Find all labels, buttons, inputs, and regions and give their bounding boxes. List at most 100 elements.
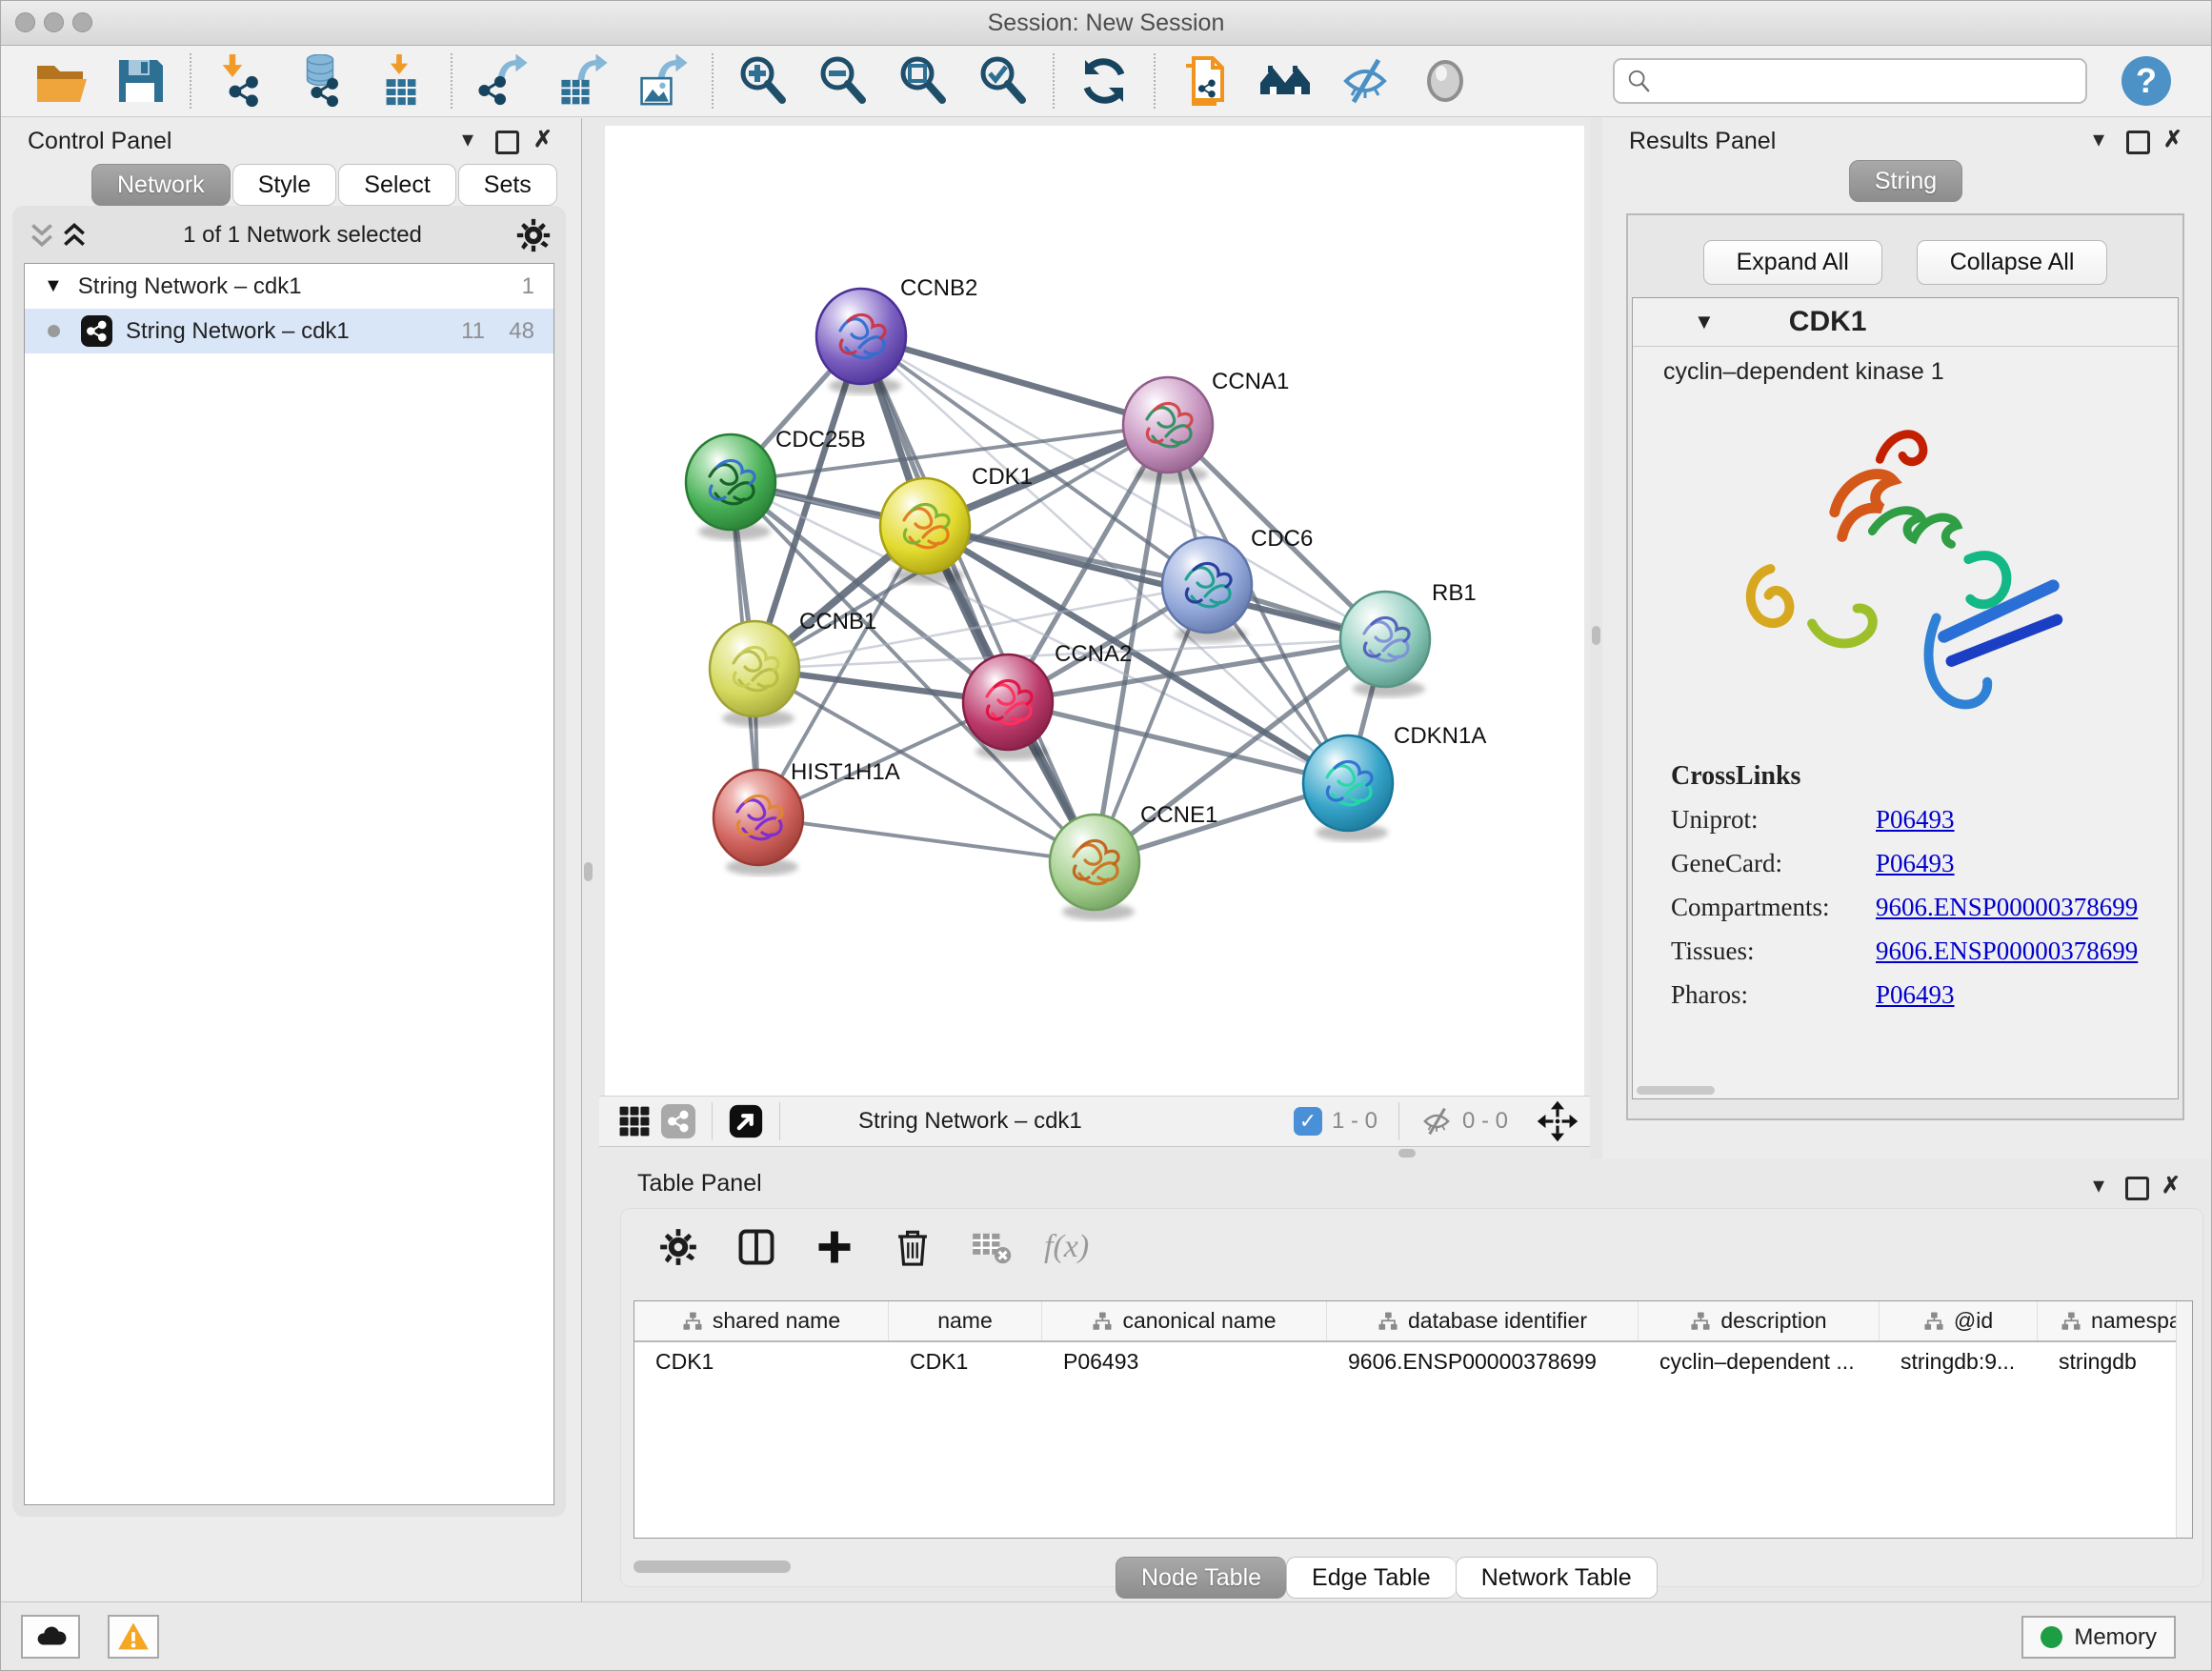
splitter-handle[interactable]	[1592, 626, 1600, 645]
import-table-file-button[interactable]	[361, 50, 441, 111]
table-cell[interactable]: cyclin–dependent ...	[1639, 1342, 1880, 1380]
table-cell[interactable]: stringdb	[2038, 1342, 2193, 1380]
crosslink-link[interactable]: 9606.ENSP00000378699	[1876, 936, 2138, 966]
tab-node-table[interactable]: Node Table	[1116, 1557, 1286, 1599]
collection-expand-icon[interactable]: ▼	[44, 275, 63, 297]
splitter-handle[interactable]	[1398, 1149, 1416, 1158]
zoom-in-button[interactable]	[723, 50, 803, 111]
crosslink-link[interactable]: P06493	[1876, 849, 1955, 878]
column-header[interactable]: description	[1639, 1301, 1880, 1340]
table-vertical-scroll-area[interactable]	[2176, 1301, 2192, 1538]
export-network-button[interactable]	[462, 50, 542, 111]
tab-network-table[interactable]: Network Table	[1456, 1557, 1658, 1599]
table-row[interactable]: CDK1CDK1P064939606.ENSP00000378699cyclin…	[634, 1342, 2192, 1380]
expand-all-button[interactable]: Expand All	[1703, 240, 1882, 285]
home-network-button[interactable]	[1245, 50, 1325, 111]
network-node-ccna2[interactable]	[963, 654, 1053, 760]
column-header[interactable]: shared name	[634, 1301, 889, 1340]
selected-checkbox-icon[interactable]: ✓	[1294, 1107, 1322, 1136]
tab-string[interactable]: String	[1849, 160, 1962, 202]
network-node-hist1h1a[interactable]	[714, 770, 803, 876]
crosslink-link[interactable]: 9606.ENSP00000378699	[1876, 893, 2138, 922]
table-options-gear-icon[interactable]	[654, 1222, 703, 1272]
network-canvas[interactable]: CCNB2CCNA1CDC25BCDK1CDC6RB1CCNB1CCNA2CDK…	[605, 126, 1584, 1096]
right-panel-splitter[interactable]	[1590, 118, 1602, 1158]
zoom-out-button[interactable]	[803, 50, 883, 111]
hidden-eye-icon[interactable]	[1420, 1105, 1453, 1137]
panel-float-icon[interactable]: ▾	[462, 128, 473, 152]
network-node-cdc25b[interactable]	[686, 434, 775, 540]
search-input[interactable]	[1659, 67, 2074, 95]
import-network-file-button[interactable]	[201, 50, 281, 111]
column-header[interactable]: namespace	[2038, 1301, 2193, 1340]
network-node-ccnb2[interactable]	[816, 289, 906, 394]
expand-all-networks-icon[interactable]	[58, 221, 90, 250]
panel-float-icon[interactable]: ▾	[2093, 1174, 2104, 1198]
export-table-button[interactable]	[542, 50, 622, 111]
save-session-button[interactable]	[100, 50, 180, 111]
node-expand-icon[interactable]: ▼	[1694, 310, 1715, 334]
crosslink-link[interactable]: P06493	[1876, 805, 1955, 835]
network-row-selected[interactable]: String Network – cdk1 11 48	[25, 309, 553, 353]
cloud-status-button[interactable]	[21, 1615, 80, 1659]
show-columns-icon[interactable]	[732, 1222, 781, 1272]
memory-button[interactable]: Memory	[2021, 1616, 2176, 1659]
network-node-ccnb1[interactable]	[710, 621, 799, 727]
network-node-ccna1[interactable]	[1123, 377, 1213, 483]
panel-maximize-icon[interactable]	[2125, 1177, 2149, 1200]
tab-edge-table[interactable]: Edge Table	[1286, 1557, 1456, 1599]
tab-network[interactable]: Network	[91, 164, 231, 206]
grid-view-icon[interactable]	[613, 1099, 656, 1143]
panel-maximize-icon[interactable]	[2126, 131, 2150, 154]
column-header[interactable]: database identifier	[1327, 1301, 1639, 1340]
network-share-icon[interactable]	[656, 1099, 700, 1143]
network-edge[interactable]	[861, 336, 1168, 425]
share-document-button[interactable]	[1165, 50, 1245, 111]
panel-maximize-icon[interactable]	[495, 131, 519, 154]
import-network-database-button[interactable]	[281, 50, 361, 111]
export-image-button[interactable]	[622, 50, 702, 111]
splitter-handle[interactable]	[584, 862, 593, 881]
hide-panel-button[interactable]	[1325, 50, 1405, 111]
search-box[interactable]	[1613, 58, 2087, 104]
table-cell[interactable]: CDK1	[634, 1342, 889, 1380]
collapse-all-networks-icon[interactable]	[26, 221, 58, 250]
node-table[interactable]: shared namenamecanonical namedatabase id…	[633, 1300, 2193, 1539]
panel-float-icon[interactable]: ▾	[2093, 128, 2104, 152]
table-cell[interactable]: 9606.ENSP00000378699	[1327, 1342, 1639, 1380]
network-node-ccne1[interactable]	[1050, 815, 1139, 920]
tab-sets[interactable]: Sets	[458, 164, 557, 206]
panel-close-icon[interactable]: ✗	[2162, 1174, 2181, 1198]
delete-column-icon[interactable]	[888, 1222, 937, 1272]
warnings-button[interactable]	[108, 1615, 159, 1659]
table-cell[interactable]: stringdb:9...	[1880, 1342, 2038, 1380]
help-button[interactable]: ?	[2122, 56, 2171, 106]
detach-view-icon[interactable]	[724, 1099, 768, 1143]
show-panel-button[interactable]	[1405, 50, 1485, 111]
zoom-selected-button[interactable]	[963, 50, 1043, 111]
panel-close-icon[interactable]: ✗	[2163, 128, 2182, 152]
table-panel-splitter[interactable]	[599, 1147, 1590, 1158]
table-cell[interactable]: P06493	[1042, 1342, 1327, 1380]
refresh-button[interactable]	[1064, 50, 1144, 111]
table-horizontal-scrollbar[interactable]	[633, 1560, 791, 1573]
column-header[interactable]: canonical name	[1042, 1301, 1327, 1340]
birdseye-crosshair-icon[interactable]	[1533, 1097, 1582, 1146]
network-edge[interactable]	[925, 526, 1385, 639]
network-edge[interactable]	[758, 817, 1095, 862]
network-options-gear-icon[interactable]	[514, 216, 553, 254]
panel-close-icon[interactable]: ✗	[533, 128, 553, 152]
add-column-icon[interactable]	[810, 1222, 859, 1272]
network-node-cdkn1a[interactable]	[1303, 735, 1393, 841]
open-session-button[interactable]	[20, 50, 100, 111]
results-scrollbar[interactable]	[1637, 1086, 1715, 1095]
crosslink-link[interactable]: P06493	[1876, 980, 1955, 1010]
left-panel-splitter[interactable]	[582, 118, 594, 1158]
column-header[interactable]: @id	[1880, 1301, 2038, 1340]
zoom-fit-button[interactable]	[883, 50, 963, 111]
collapse-all-button[interactable]: Collapse All	[1917, 240, 2108, 285]
network-node-rb1[interactable]	[1340, 592, 1430, 697]
tab-select[interactable]: Select	[338, 164, 455, 206]
column-header[interactable]: name	[889, 1301, 1042, 1340]
network-collection-row[interactable]: ▼ String Network – cdk1 1	[25, 264, 553, 309]
